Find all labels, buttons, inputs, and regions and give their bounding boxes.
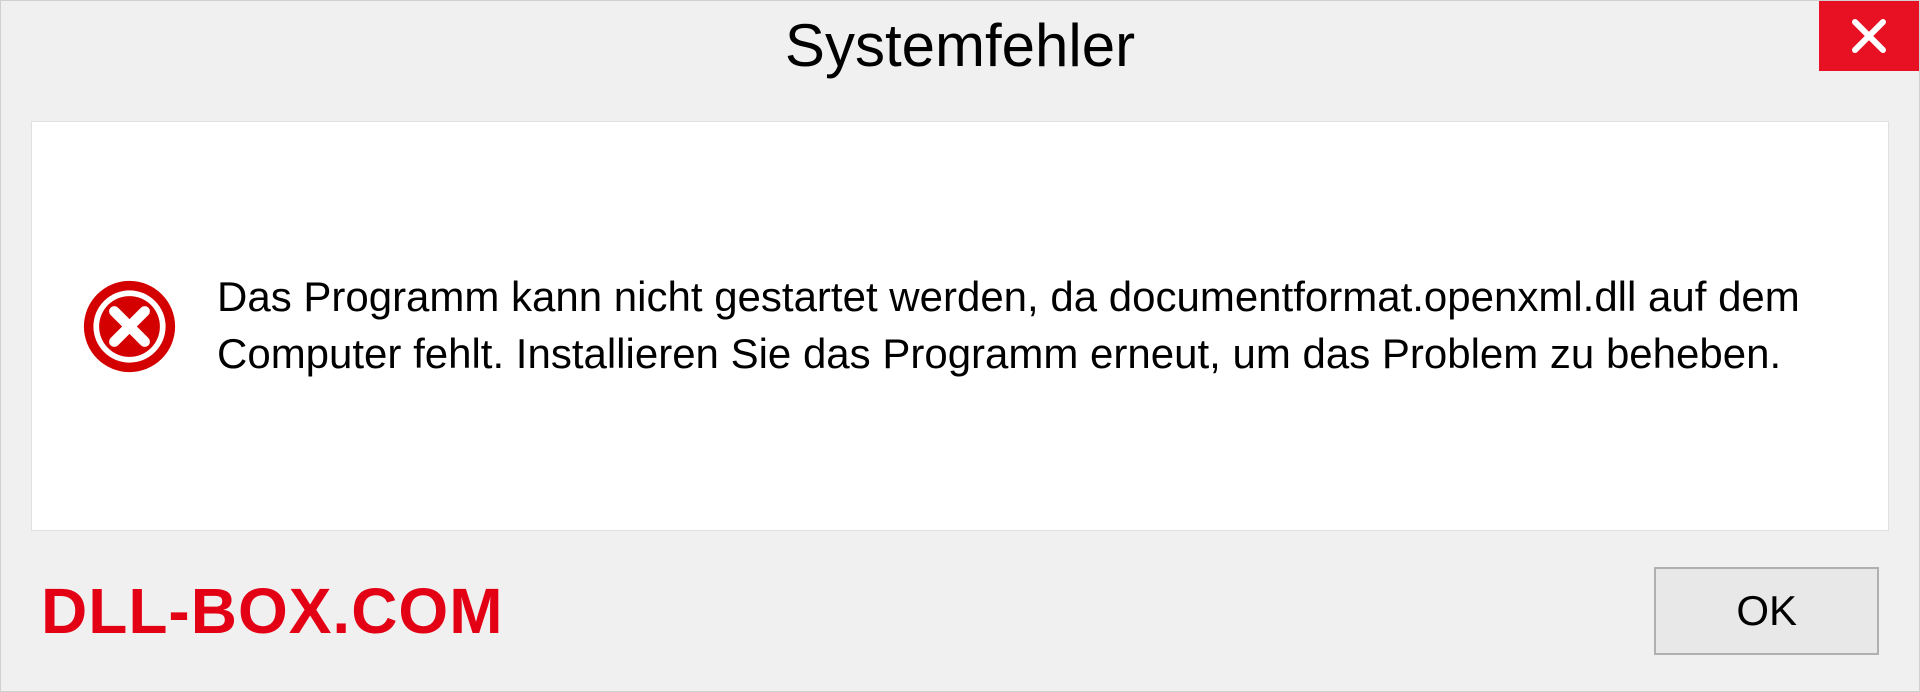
content-panel: Das Programm kann nicht gestartet werden…	[31, 121, 1889, 531]
titlebar: Systemfehler	[1, 1, 1919, 101]
error-dialog: Systemfehler Das Programm kann nicht ges…	[0, 0, 1920, 692]
error-message: Das Programm kann nicht gestartet werden…	[217, 269, 1828, 382]
close-icon	[1849, 16, 1889, 56]
close-button[interactable]	[1819, 1, 1919, 71]
ok-button[interactable]: OK	[1654, 567, 1879, 655]
dialog-footer: DLL-BOX.COM OK	[1, 551, 1919, 691]
watermark-text: DLL-BOX.COM	[41, 574, 504, 648]
error-icon	[82, 279, 177, 374]
dialog-title: Systemfehler	[785, 1, 1135, 80]
